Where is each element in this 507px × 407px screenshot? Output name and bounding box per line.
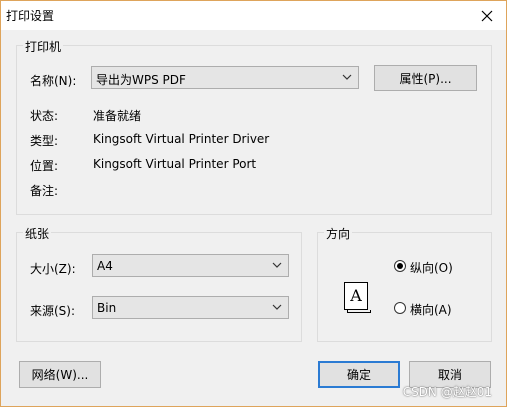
title-bar: 打印设置 [1,1,506,30]
landscape-label[interactable]: 横向(A) [410,301,452,318]
print-settings-dialog: 打印设置 打印机 名称(N): 导出为WPS PDF 属性(P)... 状态: … [0,0,507,407]
radio-selected-dot [397,263,403,269]
portrait-page-icon: A [344,282,371,313]
watermark-text: CSDN @赵赵01 [402,385,492,399]
chevron-down-icon [342,74,352,80]
type-value: Kingsoft Virtual Printer Driver [93,132,270,146]
type-label: 类型: [30,134,59,148]
printer-name-value: 导出为WPS PDF [96,73,186,87]
chevron-down-icon [272,304,282,310]
paper-size-label: 大小(Z): [30,262,76,276]
close-button[interactable] [468,1,506,30]
paper-source-select[interactable]: Bin [92,296,289,319]
printer-group-legend: 打印机 [23,38,64,55]
paper-source-value: Bin [97,301,117,315]
printer-name-select[interactable]: 导出为WPS PDF [91,66,359,89]
landscape-radio[interactable] [394,302,406,314]
network-button[interactable]: 网络(W)... [19,361,101,388]
close-icon [481,10,493,21]
window-title: 打印设置 [6,9,55,23]
comment-label: 备注: [30,184,59,198]
paper-size-value: A4 [97,259,113,273]
chevron-down-icon [272,262,282,268]
status-value: 准备就绪 [93,109,142,123]
properties-button[interactable]: 属性(P)... [374,65,477,91]
printer-name-label: 名称(N): [30,74,77,88]
status-label: 状态: [30,109,59,123]
orientation-group-legend: 方向 [324,225,353,242]
ok-button[interactable]: 确定 [318,361,400,388]
location-label: 位置: [30,159,59,173]
paper-group-legend: 纸张 [23,225,52,242]
portrait-radio[interactable] [394,260,406,272]
location-value: Kingsoft Virtual Printer Port [93,157,257,171]
paper-size-select[interactable]: A4 [92,254,289,277]
paper-group [16,232,302,342]
paper-source-label: 来源(S): [30,304,76,318]
portrait-label[interactable]: 纵向(O) [410,259,453,276]
